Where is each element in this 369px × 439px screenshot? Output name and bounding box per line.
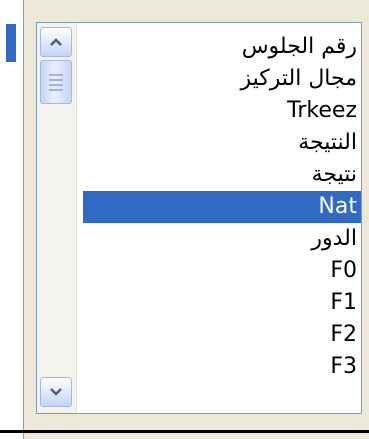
list-item[interactable]: مجال التركيز bbox=[83, 63, 361, 95]
chevron-up-icon bbox=[50, 38, 62, 46]
adjacent-selection-marker bbox=[6, 24, 16, 62]
thumb-grip bbox=[49, 73, 63, 76]
list-item[interactable]: النتيجة bbox=[83, 127, 361, 159]
vertical-scrollbar[interactable] bbox=[37, 23, 77, 413]
thumb-grip bbox=[49, 78, 63, 81]
list-item[interactable]: نتيجة bbox=[83, 159, 361, 191]
chevron-down-icon bbox=[50, 388, 62, 396]
list-item[interactable]: الدور bbox=[83, 223, 361, 255]
listbox-items: رقم الجلوس مجال التركيز Trkeez النتيجة نتيجة… bbox=[83, 31, 361, 383]
bottom-divider bbox=[0, 430, 369, 433]
adjacent-control bbox=[0, 0, 24, 439]
list-item[interactable]: رقم الجلوس bbox=[83, 31, 361, 63]
list-item[interactable]: Nat bbox=[83, 191, 361, 223]
list-item[interactable]: F1 bbox=[83, 287, 361, 319]
list-item[interactable]: Trkeez bbox=[83, 95, 361, 127]
window-fragment: رقم الجلوس مجال التركيز Trkeez النتيجة نتيجة… bbox=[0, 0, 369, 439]
thumb-grip bbox=[49, 83, 63, 86]
list-item[interactable]: F2 bbox=[83, 319, 361, 351]
scroll-thumb[interactable] bbox=[40, 60, 72, 104]
list-item[interactable]: F3 bbox=[83, 351, 361, 383]
scroll-up-button[interactable] bbox=[40, 27, 72, 57]
field-listbox[interactable]: رقم الجلوس مجال التركيز Trkeez النتيجة نتيجة… bbox=[36, 22, 362, 414]
scroll-down-button[interactable] bbox=[40, 377, 72, 407]
thumb-grip bbox=[49, 88, 63, 91]
list-item[interactable]: F0 bbox=[83, 255, 361, 287]
